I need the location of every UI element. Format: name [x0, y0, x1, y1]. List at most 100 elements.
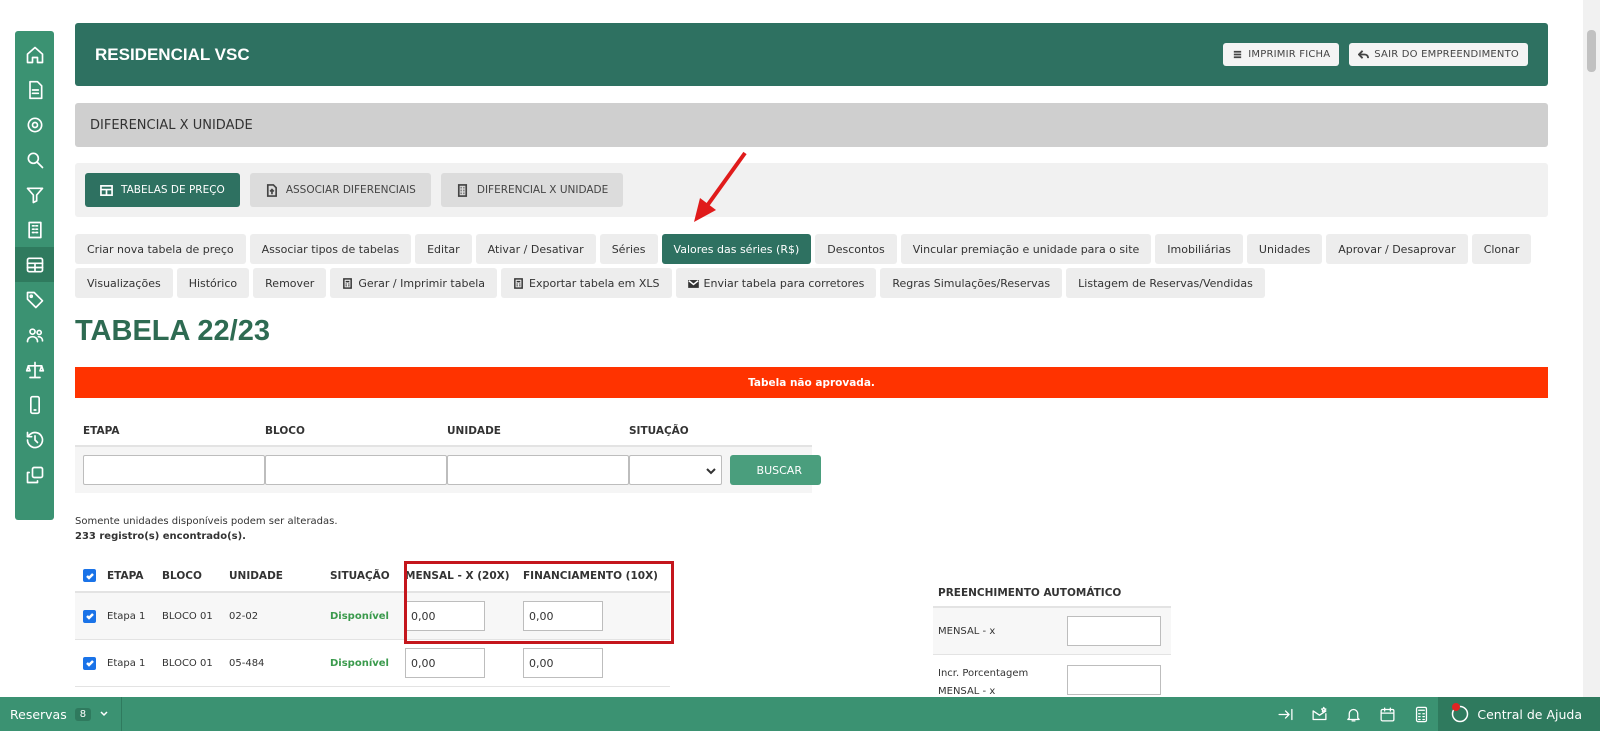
auto-fill-label: Incr. Porcentagem — [938, 668, 1029, 679]
copy-icon[interactable] — [21, 457, 49, 492]
gear-icon[interactable] — [21, 107, 49, 142]
action-buttons: Criar nova tabela de preço Associar tipo… — [75, 234, 1548, 298]
scroll-thumb[interactable] — [1587, 30, 1596, 72]
bell-icon[interactable] — [1336, 697, 1370, 731]
mail-star-icon[interactable] — [1302, 697, 1336, 731]
tab-bar: TABELAS DE PREÇO ASSOCIAR DIFERENCIAIS D… — [75, 163, 1548, 217]
table-icon[interactable] — [15, 247, 54, 282]
list-icon — [1234, 50, 1242, 59]
exit-project-button[interactable]: SAIR DO EMPREENDIMENTO — [1349, 43, 1528, 66]
help-center-label: Central de Ajuda — [1477, 706, 1582, 722]
action-imobiliarias[interactable]: Imobiliárias — [1155, 234, 1243, 264]
filter-icon[interactable] — [21, 177, 49, 212]
auto-fill-title: PREENCHIMENTO AUTOMÁTICO — [933, 580, 1171, 608]
print-sheet-label: IMPRIMIR FICHA — [1248, 49, 1331, 60]
users-icon[interactable] — [21, 317, 49, 352]
calculator-icon — [343, 277, 353, 289]
row-checkbox[interactable] — [83, 609, 96, 623]
filter-etapa-label: ETAPA — [83, 425, 120, 437]
tab-tabelas-de-preco[interactable]: TABELAS DE PREÇO — [85, 173, 240, 207]
filter-bloco-label: BLOCO — [265, 425, 305, 437]
action-descontos[interactable]: Descontos — [815, 234, 897, 264]
tab-label: TABELAS DE PREÇO — [121, 184, 225, 196]
filter-situacao-select[interactable] — [629, 455, 722, 485]
document-icon[interactable] — [21, 72, 49, 107]
annotation-arrow — [694, 151, 747, 222]
action-aprovar-desaprovar[interactable]: Aprovar / Desaprovar — [1326, 234, 1468, 264]
calendar-icon[interactable] — [1370, 697, 1404, 731]
action-listagem-reservas[interactable]: Listagem de Reservas/Vendidas — [1066, 268, 1265, 298]
financiamento-input[interactable]: 0,00 — [523, 648, 603, 678]
home-icon[interactable] — [21, 37, 49, 72]
action-editar[interactable]: Editar — [415, 234, 472, 264]
check-icon — [85, 572, 94, 580]
reply-icon — [1358, 50, 1370, 59]
filter-etapa-input[interactable] — [83, 455, 265, 485]
action-label: Exportar tabela em XLS — [529, 276, 660, 290]
calculator-icon[interactable] — [1404, 697, 1438, 731]
mensal-input[interactable]: 0,00 — [405, 648, 485, 678]
note-line: Somente unidades disponíveis podem ser a… — [75, 516, 338, 527]
action-criar-nova-tabela[interactable]: Criar nova tabela de preço — [75, 234, 246, 264]
select-all-checkbox[interactable] — [83, 569, 96, 582]
action-series[interactable]: Séries — [599, 234, 658, 264]
col-etapa: ETAPA — [107, 569, 144, 582]
action-label: Gerar / Imprimir tabela — [358, 276, 486, 290]
tab-diferencial-x-unidade[interactable]: DIFERENCIAL X UNIDADE — [440, 173, 624, 207]
page: RESIDENCIAL VSC IMPRIMIR FICHA SAIR DO E… — [0, 0, 1600, 731]
row-checkbox[interactable] — [83, 656, 96, 670]
cell-bloco: BLOCO 01 — [162, 610, 213, 622]
collapse-icon[interactable] — [1268, 697, 1302, 731]
print-sheet-button[interactable]: IMPRIMIR FICHA — [1223, 43, 1340, 66]
tab-associar-diferenciais[interactable]: ASSOCIAR DIFERENCIAIS — [249, 173, 431, 207]
history-icon[interactable] — [21, 422, 49, 457]
col-unidade: UNIDADE — [229, 569, 283, 582]
filter-unidade-input[interactable] — [447, 455, 629, 485]
reservas-menu[interactable]: Reservas 8 — [0, 697, 123, 731]
action-enviar-tabela[interactable]: Enviar tabela para corretores — [675, 268, 877, 298]
action-regras-simulacoes[interactable]: Regras Simulações/Reservas — [880, 268, 1063, 298]
action-clonar[interactable]: Clonar — [1471, 234, 1532, 264]
action-label: Enviar tabela para corretores — [703, 276, 865, 290]
table-row: Etapa 1 BLOCO 01 05-484 Disponível 0,00 … — [75, 640, 670, 687]
action-gerar-imprimir[interactable]: Gerar / Imprimir tabela — [330, 268, 498, 298]
section-title: DIFERENCIAL X UNIDADE — [75, 103, 1548, 147]
calculator-icon — [514, 277, 523, 289]
building-icon[interactable] — [21, 212, 49, 247]
tab-label: ASSOCIAR DIFERENCIAIS — [285, 184, 416, 196]
action-visualizacoes[interactable]: Visualizações — [75, 268, 173, 298]
cell-situacao: Disponível — [330, 657, 389, 669]
info-note: Somente unidades disponíveis podem ser a… — [75, 514, 338, 544]
action-historico[interactable]: Histórico — [176, 268, 250, 298]
filter-unidade-label: UNIDADE — [447, 425, 501, 437]
filter-form: ETAPA BLOCO UNIDADE SITUAÇÃO BUSCAR — [75, 417, 821, 493]
search-icon[interactable] — [21, 142, 49, 177]
action-vincular-premiacao[interactable]: Vincular premiação e unidade para o site — [900, 234, 1152, 264]
page-title: TABELA 22/23 — [75, 315, 270, 347]
action-remover[interactable]: Remover — [253, 268, 327, 298]
annotation-highlight-box — [404, 561, 674, 644]
reservas-count: 8 — [74, 707, 92, 721]
action-ativar-desativar[interactable]: Ativar / Desativar — [475, 234, 596, 264]
filter-bloco-input[interactable] — [265, 455, 447, 485]
action-unidades[interactable]: Unidades — [1246, 234, 1323, 264]
auto-fill-row: MENSAL - x — [933, 608, 1171, 655]
action-valores-das-series[interactable]: Valores das séries (R$) — [661, 234, 812, 264]
cell-etapa: Etapa 1 — [107, 610, 146, 622]
tag-icon[interactable] — [21, 282, 49, 317]
vertical-scrollbar[interactable] — [1583, 0, 1600, 697]
auto-percent-input[interactable] — [1067, 665, 1161, 695]
cell-situacao: Disponível — [330, 610, 389, 622]
side-nav — [15, 31, 54, 520]
col-situacao: SITUAÇÃO — [330, 569, 390, 582]
action-exportar-xls[interactable]: Exportar tabela em XLS — [501, 268, 672, 298]
bottom-bar: Reservas 8 Central de Ajuda — [0, 697, 1600, 731]
search-button[interactable]: BUSCAR — [729, 455, 821, 485]
help-center-button[interactable]: Central de Ajuda — [1438, 697, 1600, 731]
mobile-icon[interactable] — [21, 387, 49, 422]
exit-project-label: SAIR DO EMPREENDIMENTO — [1374, 49, 1519, 60]
envelope-icon — [687, 279, 699, 288]
action-associar-tipos[interactable]: Associar tipos de tabelas — [249, 234, 412, 264]
auto-mensal-input[interactable] — [1067, 616, 1161, 646]
scale-icon[interactable] — [21, 352, 49, 387]
